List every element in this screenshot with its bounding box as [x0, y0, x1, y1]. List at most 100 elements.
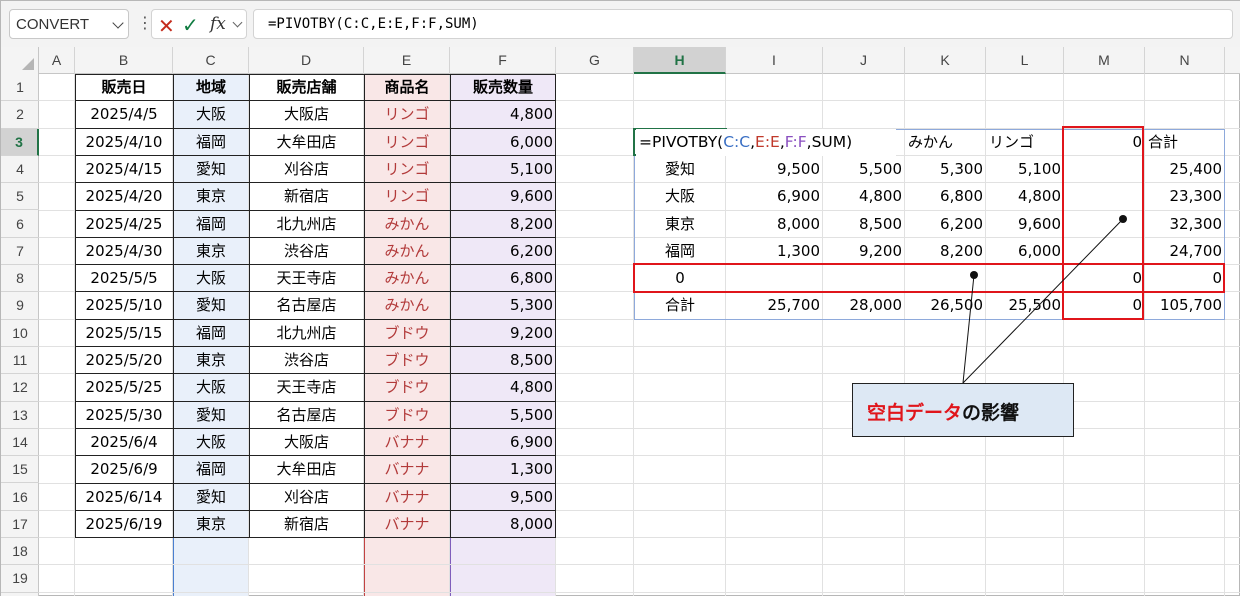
column-header-m[interactable]: M: [1064, 47, 1145, 74]
source-cell[interactable]: 大阪: [173, 429, 249, 456]
pivot-value[interactable]: 8,000: [726, 211, 823, 238]
source-cell[interactable]: 大阪: [173, 101, 249, 128]
pivot-value[interactable]: 105,700: [1145, 292, 1225, 319]
source-cell[interactable]: 大阪: [173, 265, 249, 292]
pivot-value[interactable]: 5,100: [986, 156, 1064, 183]
pivot-row-label[interactable]: 合計: [634, 292, 726, 319]
row-header-19[interactable]: 19: [1, 565, 39, 593]
pivot-value[interactable]: 23,300: [1145, 183, 1225, 210]
pivot-value[interactable]: 6,800: [905, 183, 986, 210]
cancel-icon[interactable]: ✕: [158, 14, 175, 38]
source-cell[interactable]: 2025/4/15: [75, 156, 173, 183]
source-cell[interactable]: バナナ: [364, 511, 450, 538]
source-cell[interactable]: バナナ: [364, 456, 450, 483]
column-header-g[interactable]: G: [556, 47, 634, 74]
source-cell[interactable]: 2025/4/30: [75, 238, 173, 265]
pivot-value[interactable]: 6,200: [905, 211, 986, 238]
row-header-1[interactable]: 1: [1, 74, 39, 102]
source-cell[interactable]: 福岡: [173, 320, 249, 347]
header-quantity[interactable]: 販売数量: [450, 74, 556, 101]
column-header-a[interactable]: A: [39, 47, 75, 74]
source-cell[interactable]: ブドウ: [364, 320, 450, 347]
source-cell[interactable]: 2025/6/4: [75, 429, 173, 456]
source-cell[interactable]: 6,900: [450, 429, 556, 456]
source-cell[interactable]: 1,300: [450, 456, 556, 483]
source-cell[interactable]: 渋谷店: [249, 347, 364, 374]
source-cell[interactable]: 福岡: [173, 456, 249, 483]
source-cell[interactable]: ブドウ: [364, 347, 450, 374]
in-cell-formula[interactable]: =PIVOTBY(C:C,E:E,F:F,SUM): [636, 128, 896, 156]
name-box[interactable]: CONVERT: [9, 9, 129, 39]
source-cell[interactable]: 2025/5/30: [75, 402, 173, 429]
source-cell[interactable]: 北九州店: [249, 211, 364, 238]
pivot-value[interactable]: 5,300: [905, 156, 986, 183]
source-cell[interactable]: 刈谷店: [249, 484, 364, 511]
pivot-value[interactable]: 25,700: [726, 292, 823, 319]
source-cell[interactable]: みかん: [364, 265, 450, 292]
header-sales-date[interactable]: 販売日: [75, 74, 173, 101]
source-cell[interactable]: 9,500: [450, 484, 556, 511]
row-header-14[interactable]: 14: [1, 429, 39, 457]
column-header-d[interactable]: D: [249, 47, 364, 74]
source-cell[interactable]: 愛知: [173, 402, 249, 429]
source-cell[interactable]: 大阪店: [249, 101, 364, 128]
source-cell[interactable]: バナナ: [364, 429, 450, 456]
source-cell[interactable]: みかん: [364, 292, 450, 319]
source-cell[interactable]: 2025/5/10: [75, 292, 173, 319]
formula-input[interactable]: =PIVOTBY(C:C,E:E,F:F,SUM): [253, 9, 1233, 39]
column-header-l[interactable]: L: [986, 47, 1064, 74]
source-cell[interactable]: 2025/6/9: [75, 456, 173, 483]
source-cell[interactable]: バナナ: [364, 484, 450, 511]
source-cell[interactable]: 2025/5/20: [75, 347, 173, 374]
row-header-16[interactable]: 16: [1, 484, 39, 511]
source-cell[interactable]: 2025/4/5: [75, 101, 173, 128]
column-header-f[interactable]: F: [450, 47, 556, 74]
source-cell[interactable]: 新宿店: [249, 183, 364, 210]
pivot-value[interactable]: 25,400: [1145, 156, 1225, 183]
pivot-value[interactable]: 8,500: [823, 211, 905, 238]
source-cell[interactable]: 東京: [173, 511, 249, 538]
source-cell[interactable]: 新宿店: [249, 511, 364, 538]
header-product[interactable]: 商品名: [364, 74, 450, 101]
source-cell[interactable]: 4,800: [450, 374, 556, 401]
source-cell[interactable]: 大牟田店: [249, 456, 364, 483]
source-cell[interactable]: 福岡: [173, 211, 249, 238]
row-header-3[interactable]: 3: [1, 128, 39, 156]
enter-icon[interactable]: ✓: [182, 13, 199, 37]
row-header-6[interactable]: 6: [1, 211, 39, 238]
pivot-col-header[interactable]: みかん: [905, 129, 986, 156]
row-header-2[interactable]: 2: [1, 101, 39, 129]
source-cell[interactable]: 刈谷店: [249, 156, 364, 183]
column-header-k[interactable]: K: [905, 47, 986, 74]
source-cell[interactable]: 大阪: [173, 374, 249, 401]
header-region[interactable]: 地域: [173, 74, 249, 101]
source-cell[interactable]: 愛知: [173, 484, 249, 511]
row-header-15[interactable]: 15: [1, 456, 39, 484]
row-header-18[interactable]: 18: [1, 538, 39, 566]
column-header-e[interactable]: E: [364, 47, 450, 74]
pivot-col-header[interactable]: 合計: [1145, 129, 1225, 156]
row-header-7[interactable]: 7: [1, 238, 39, 266]
source-cell[interactable]: ブドウ: [364, 374, 450, 401]
pivot-value[interactable]: 6,900: [726, 183, 823, 210]
pivot-value[interactable]: 6,000: [986, 238, 1064, 265]
select-all-button[interactable]: [1, 47, 39, 74]
source-cell[interactable]: みかん: [364, 238, 450, 265]
pivot-row-label[interactable]: 福岡: [634, 238, 726, 265]
pivot-value[interactable]: 4,800: [823, 183, 905, 210]
source-cell[interactable]: 東京: [173, 347, 249, 374]
source-cell[interactable]: 福岡: [173, 129, 249, 156]
source-cell[interactable]: 2025/5/5: [75, 265, 173, 292]
pivot-value[interactable]: 28,000: [823, 292, 905, 319]
source-cell[interactable]: リンゴ: [364, 101, 450, 128]
source-cell[interactable]: 8,500: [450, 347, 556, 374]
source-cell[interactable]: 5,300: [450, 292, 556, 319]
cell-area[interactable]: 販売日 地域 販売店舗 商品名 販売数量 2025/4/5 大阪 大阪店 リンゴ 4,800 202…: [39, 74, 1240, 596]
source-cell[interactable]: 4,800: [450, 101, 556, 128]
source-cell[interactable]: 2025/4/20: [75, 183, 173, 210]
source-cell[interactable]: 2025/4/10: [75, 129, 173, 156]
row-header-4[interactable]: 4: [1, 156, 39, 184]
column-header-h[interactable]: H: [634, 47, 726, 74]
source-cell[interactable]: みかん: [364, 211, 450, 238]
row-header-5[interactable]: 5: [1, 183, 39, 211]
